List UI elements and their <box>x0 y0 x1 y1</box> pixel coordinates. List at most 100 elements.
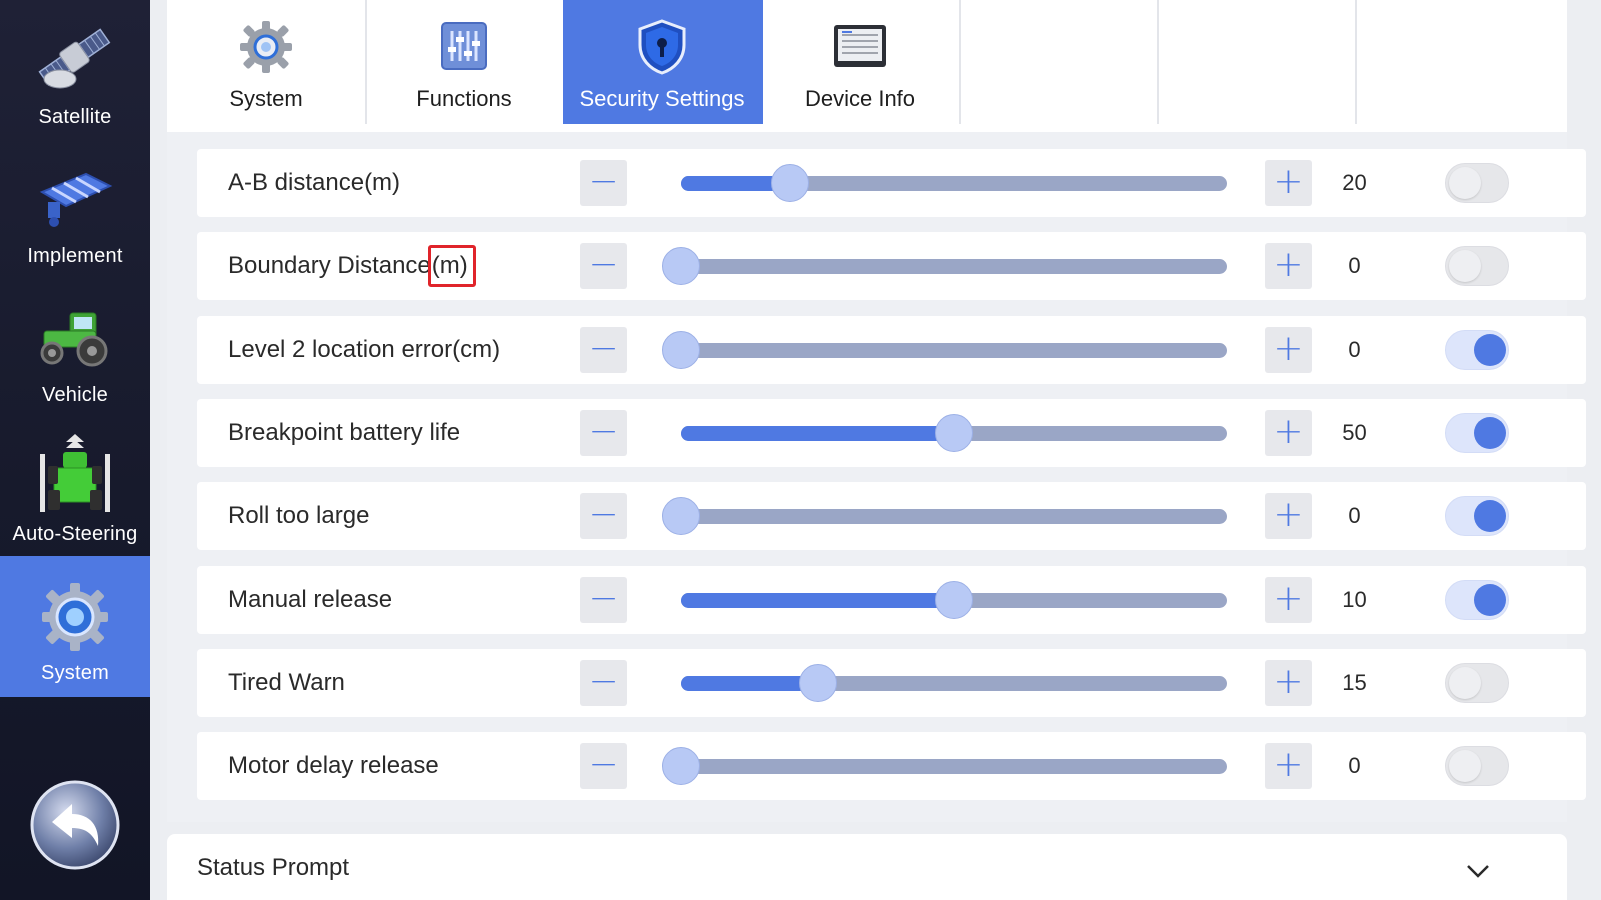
setting-label: A-B distance(m) <box>228 169 401 196</box>
auto-steering-icon <box>27 427 123 523</box>
toggle-knob <box>1449 167 1481 199</box>
toggle-knob <box>1474 584 1506 616</box>
increment-button[interactable]: + <box>1265 493 1312 539</box>
setting-row: Manual release − +10 <box>197 566 1586 634</box>
increment-button[interactable]: + <box>1265 410 1312 456</box>
tab-functions[interactable]: Functions <box>365 0 565 124</box>
enable-toggle[interactable] <box>1445 413 1509 453</box>
sidebar-item-implement[interactable]: Implement <box>0 139 150 280</box>
back-button[interactable] <box>30 780 120 870</box>
tab-empty-3[interactable] <box>1355 0 1555 124</box>
decrement-button[interactable]: − <box>580 660 627 706</box>
slider-thumb[interactable] <box>935 581 973 619</box>
chevron-down-icon[interactable] <box>1463 856 1493 886</box>
setting-row: A-B distance(m) − +20 <box>197 149 1586 217</box>
decrement-button[interactable]: − <box>580 493 627 539</box>
sidebar-item-label: Satellite <box>38 106 112 128</box>
value-slider[interactable] <box>681 414 1227 452</box>
decrement-button[interactable]: − <box>580 743 627 789</box>
tab-device-info[interactable]: Device Info <box>761 0 961 124</box>
setting-row: Breakpoint battery life − +50 <box>197 399 1586 467</box>
value-slider[interactable] <box>662 331 1227 369</box>
tab-label: Security Settings <box>579 86 745 111</box>
setting-row: Roll too large − +0 <box>197 482 1586 550</box>
slider-thumb[interactable] <box>935 414 973 452</box>
toggle-knob <box>1474 500 1506 532</box>
value-slider[interactable] <box>662 247 1227 285</box>
setting-row: Boundary Distance(m) − +0 <box>197 232 1586 300</box>
setting-label: Level 2 location error(cm) <box>228 336 501 363</box>
implement-icon <box>27 149 123 245</box>
slider-track <box>681 759 1227 774</box>
decrement-button[interactable]: − <box>580 577 627 623</box>
status-prompt-panel[interactable]: Status Prompt <box>167 834 1567 900</box>
toggle-knob <box>1449 667 1481 699</box>
decrement-button[interactable]: − <box>580 410 627 456</box>
setting-value: 15 <box>1342 670 1367 695</box>
value-slider[interactable] <box>681 664 1227 702</box>
slider-thumb[interactable] <box>662 331 700 369</box>
satellite-icon <box>27 10 123 106</box>
sidebar-item-satellite[interactable]: Satellite <box>0 0 150 141</box>
tractor-icon <box>27 288 123 384</box>
toggle-knob <box>1474 417 1506 449</box>
tab-bar: System Functions Security Settings Devic… <box>167 0 1567 124</box>
setting-label: Tired Warn <box>228 669 345 696</box>
tab-label: Device Info <box>804 86 916 111</box>
enable-toggle[interactable] <box>1445 496 1509 536</box>
sidebar-item-auto-steering[interactable]: Auto-Steering <box>0 417 150 558</box>
back-arrow-icon <box>30 780 120 870</box>
tab-empty-1[interactable] <box>959 0 1159 124</box>
decrement-button[interactable]: − <box>580 160 627 206</box>
system-gear-icon <box>27 566 123 662</box>
toggle-knob <box>1449 250 1481 282</box>
value-slider[interactable] <box>662 747 1227 785</box>
slider-thumb[interactable] <box>662 247 700 285</box>
setting-label: Motor delay release <box>228 752 439 779</box>
slider-thumb[interactable] <box>662 747 700 785</box>
sidebar-item-system[interactable]: System <box>0 556 150 697</box>
setting-value: 10 <box>1342 587 1367 612</box>
tab-security-settings[interactable]: Security Settings <box>563 0 763 124</box>
increment-button[interactable]: + <box>1265 327 1312 373</box>
slider-thumb[interactable] <box>798 664 837 702</box>
slider-track <box>681 509 1227 524</box>
increment-button[interactable]: + <box>1265 577 1312 623</box>
slider-fill <box>681 676 818 691</box>
setting-value: 0 <box>1348 753 1361 778</box>
tab-empty-2[interactable] <box>1157 0 1357 124</box>
increment-button[interactable]: + <box>1265 160 1312 206</box>
gear-icon <box>233 14 299 80</box>
sidebar-item-vehicle[interactable]: Vehicle <box>0 278 150 419</box>
enable-toggle[interactable] <box>1445 246 1509 286</box>
slider-fill <box>681 426 954 441</box>
slider-thumb[interactable] <box>662 497 700 535</box>
value-slider[interactable] <box>662 497 1227 535</box>
tab-label: Functions <box>416 86 512 111</box>
slider-thumb[interactable] <box>771 164 810 202</box>
setting-row: Motor delay release − +0 <box>197 732 1586 800</box>
enable-toggle[interactable] <box>1445 580 1509 620</box>
value-slider[interactable] <box>681 581 1227 619</box>
enable-toggle[interactable] <box>1445 663 1509 703</box>
increment-button[interactable]: + <box>1265 743 1312 789</box>
decrement-button[interactable]: − <box>580 327 627 373</box>
setting-label: Roll too large <box>228 502 370 529</box>
increment-button[interactable]: + <box>1265 660 1312 706</box>
setting-label-text: Boundary Distance <box>228 252 431 279</box>
value-slider[interactable] <box>681 164 1227 202</box>
decrement-button[interactable]: − <box>580 243 627 289</box>
sidebar: Satellite Implement Vehicle Auto-Steerin… <box>0 0 150 900</box>
increment-button[interactable]: + <box>1265 243 1312 289</box>
enable-toggle[interactable] <box>1445 746 1509 786</box>
setting-row: Level 2 location error(cm) − +0 <box>197 316 1586 384</box>
sidebar-item-label: Implement <box>27 245 123 267</box>
setting-value: 0 <box>1348 503 1361 528</box>
setting-value: 0 <box>1348 253 1361 278</box>
monitor-icon <box>827 14 893 80</box>
setting-value: 20 <box>1342 170 1367 195</box>
tab-system[interactable]: System <box>167 0 367 124</box>
enable-toggle[interactable] <box>1445 163 1509 203</box>
enable-toggle[interactable] <box>1445 330 1509 370</box>
setting-value: 0 <box>1348 337 1361 362</box>
